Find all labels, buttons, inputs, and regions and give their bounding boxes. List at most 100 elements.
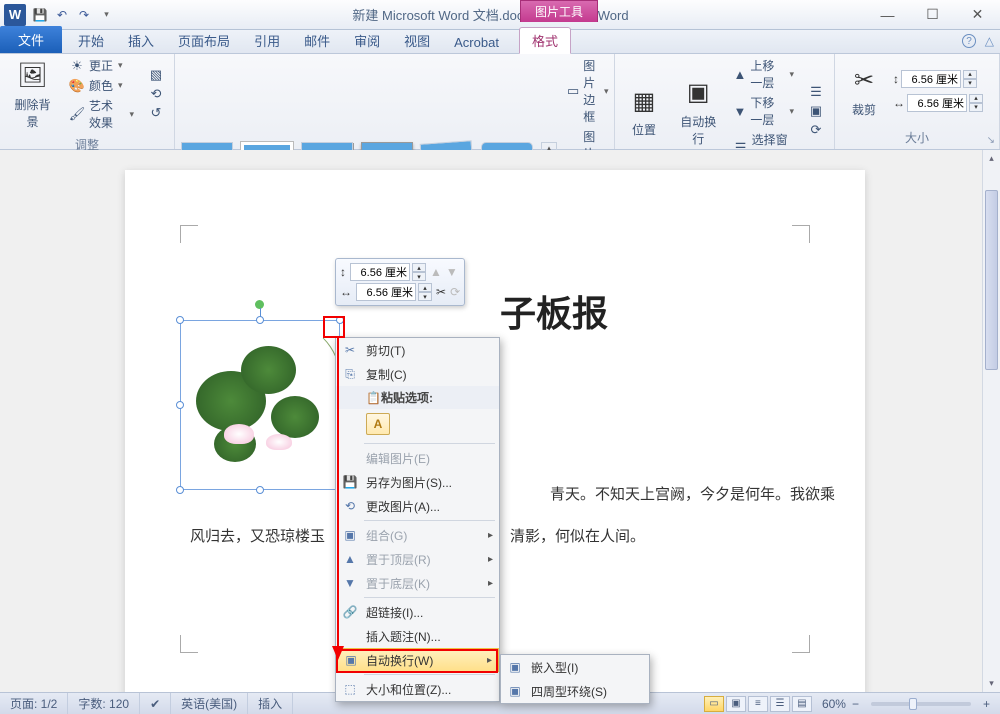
tab-mailings[interactable]: 邮件: [292, 28, 342, 53]
height-field[interactable]: [901, 70, 961, 88]
status-page[interactable]: 页面: 1/2: [0, 693, 68, 714]
status-language[interactable]: 英语(美国): [171, 693, 248, 714]
spin-up-icon[interactable]: ▴: [969, 94, 983, 103]
document-body-text: 风归去，又恐琼楼玉: [190, 525, 325, 546]
group-button[interactable]: ▣: [804, 102, 828, 120]
wrap-inline[interactable]: ▣嵌入型(I): [501, 655, 649, 679]
ctx-wrap-text[interactable]: ▣自动换行(W)▸: [336, 648, 499, 672]
link-icon: 🔗: [342, 604, 358, 620]
height-input[interactable]: ↕ ▴▾: [893, 70, 983, 88]
tab-references[interactable]: 引用: [242, 28, 292, 53]
minimize-button[interactable]: —: [865, 1, 910, 29]
view-outline[interactable]: ☰: [770, 696, 790, 712]
paste-option-keep-source[interactable]: A: [366, 413, 390, 435]
ctx-change-picture[interactable]: ⟲更改图片(A)...: [336, 494, 499, 518]
zoom-in-button[interactable]: +: [979, 697, 994, 711]
quick-access-toolbar: 💾 ↶ ↷ ▾: [30, 5, 116, 25]
tab-picture-format[interactable]: 格式: [519, 27, 571, 54]
vertical-scrollbar[interactable]: ▴ ▾: [982, 150, 1000, 692]
dialog-launcher-icon[interactable]: ↘: [987, 135, 995, 146]
spin-down-icon[interactable]: ▾: [963, 79, 977, 88]
brightness-icon: ☀: [69, 58, 85, 74]
rotate-button[interactable]: ⟳: [804, 121, 828, 139]
forward-icon[interactable]: ▲: [430, 265, 442, 279]
zoom-value[interactable]: 60%: [822, 697, 846, 711]
bring-forward-button[interactable]: ▲上移一层▾: [729, 56, 798, 92]
align-button[interactable]: ☰: [804, 83, 828, 101]
maximize-button[interactable]: ☐: [910, 1, 955, 29]
remove-background-button[interactable]: 🖼 删除背景: [6, 57, 59, 132]
save-icon[interactable]: 💾: [30, 5, 50, 25]
ctx-cut[interactable]: ✂剪切(T): [336, 338, 499, 362]
picture-border-button[interactable]: ▭图片边框▾: [563, 56, 613, 126]
width-input[interactable]: ↔ ▴▾: [893, 94, 983, 112]
collapse-ribbon-icon[interactable]: △: [985, 34, 994, 48]
status-spellcheck[interactable]: ✔: [140, 693, 171, 714]
group-size: ✂裁剪 ↕ ▴▾ ↔ ▴▾ 大小↘: [835, 54, 1000, 149]
tab-acrobat[interactable]: Acrobat: [442, 32, 511, 53]
mini-height-input[interactable]: ▴▾: [350, 263, 426, 281]
ctx-hyperlink[interactable]: 🔗超链接(I)...: [336, 600, 499, 624]
redo-icon[interactable]: ↷: [74, 5, 94, 25]
spin-down-icon[interactable]: ▾: [969, 103, 983, 112]
ctx-paste-options-header: 📋粘贴选项:: [336, 386, 499, 409]
position-button[interactable]: ▦位置: [621, 82, 667, 140]
selected-image[interactable]: [180, 320, 340, 490]
artistic-effects-button[interactable]: 🖌艺术效果▾: [65, 96, 138, 132]
zoom-slider[interactable]: [871, 702, 971, 706]
ctx-copy[interactable]: ⎘复制(C): [336, 362, 499, 386]
file-tab[interactable]: 文件: [0, 26, 62, 53]
wrap-submenu: ▣嵌入型(I) ▣四周型环绕(S): [500, 654, 650, 704]
resize-handle[interactable]: [256, 316, 264, 324]
undo-icon[interactable]: ↶: [52, 5, 72, 25]
width-field[interactable]: [907, 94, 967, 112]
backward-icon[interactable]: ▼: [446, 265, 458, 279]
tab-home[interactable]: 开始: [66, 28, 116, 53]
reset-icon: ↺: [148, 105, 164, 121]
ctx-save-as-picture[interactable]: 💾另存为图片(S)...: [336, 470, 499, 494]
forward-icon: ▲: [342, 551, 358, 567]
resize-handle[interactable]: [176, 316, 184, 324]
send-backward-button[interactable]: ▼下移一层▾: [729, 93, 798, 129]
zoom-out-button[interactable]: −: [848, 697, 863, 711]
status-word-count[interactable]: 字数: 120: [68, 693, 140, 714]
tab-view[interactable]: 视图: [392, 28, 442, 53]
scrollbar-thumb[interactable]: [985, 190, 998, 370]
crop-icon[interactable]: ✂: [436, 285, 446, 299]
wrap-icon: ▣: [681, 76, 715, 110]
paste-options: A: [336, 409, 499, 441]
wrap-text-button[interactable]: ▣自动换行: [673, 74, 723, 149]
tab-review[interactable]: 审阅: [342, 28, 392, 53]
resize-handle[interactable]: [176, 401, 184, 409]
spin-up-icon[interactable]: ▴: [963, 70, 977, 79]
compress-icon: ▧: [148, 67, 164, 83]
view-full-screen[interactable]: ▣: [726, 696, 746, 712]
corrections-button[interactable]: ☀更正▾: [65, 56, 138, 75]
qat-customize-icon[interactable]: ▾: [96, 5, 116, 25]
rotate-icon[interactable]: ⟳: [450, 285, 460, 299]
change-picture-button[interactable]: ⟲: [144, 85, 168, 103]
mini-width-input[interactable]: ▴▾: [356, 283, 432, 301]
reset-picture-button[interactable]: ↺: [144, 104, 168, 122]
view-web-layout[interactable]: ≡: [748, 696, 768, 712]
resize-handle[interactable]: [176, 486, 184, 494]
resize-handle[interactable]: [336, 316, 344, 324]
tab-page-layout[interactable]: 页面布局: [166, 28, 242, 53]
help-icon[interactable]: ?: [962, 34, 976, 48]
color-button[interactable]: 🎨颜色▾: [65, 76, 138, 95]
ctx-insert-caption[interactable]: 插入题注(N)...: [336, 624, 499, 648]
ctx-size-position[interactable]: ⬚大小和位置(Z)...: [336, 677, 499, 701]
tab-insert[interactable]: 插入: [116, 28, 166, 53]
compress-pictures-button[interactable]: ▧: [144, 66, 168, 84]
group-adjust: 🖼 删除背景 ☀更正▾ 🎨颜色▾ 🖌艺术效果▾ ▧ ⟲ ↺ 调整: [0, 54, 175, 149]
scroll-up-icon[interactable]: ▴: [983, 150, 1000, 167]
resize-handle[interactable]: [256, 486, 264, 494]
zoom-slider-thumb[interactable]: [909, 698, 917, 710]
scroll-down-icon[interactable]: ▾: [983, 675, 1000, 692]
view-draft[interactable]: ▤: [792, 696, 812, 712]
view-print-layout[interactable]: ▭: [704, 696, 724, 712]
wrap-square[interactable]: ▣四周型环绕(S): [501, 679, 649, 703]
status-insert-mode[interactable]: 插入: [248, 693, 293, 714]
close-button[interactable]: ✕: [955, 1, 1000, 29]
crop-button[interactable]: ✂裁剪: [841, 62, 887, 120]
